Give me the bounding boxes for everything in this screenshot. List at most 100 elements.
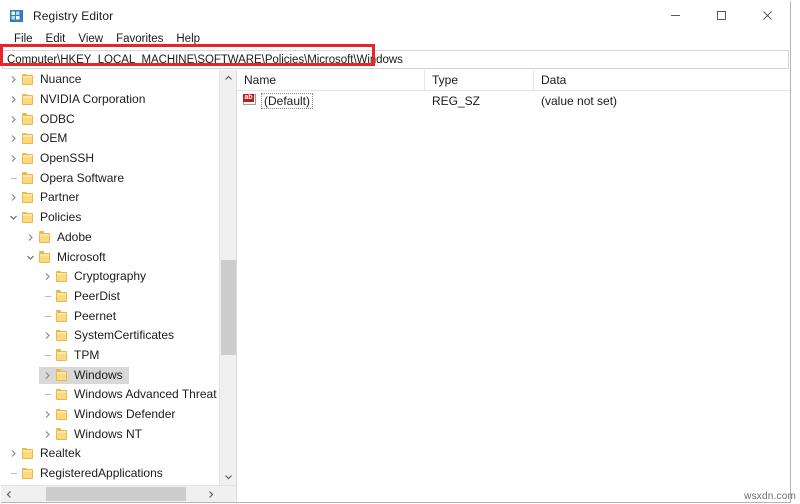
tree-node-odbc[interactable]: ODBC [1, 109, 236, 129]
chevron-right-icon[interactable] [5, 150, 22, 167]
maximize-button[interactable] [698, 1, 744, 30]
window-controls [652, 1, 790, 30]
close-button[interactable] [744, 1, 790, 30]
tree-node-peerdist[interactable]: PeerDist [1, 287, 236, 307]
string-value-icon: ab [243, 94, 257, 107]
folder-icon [56, 428, 69, 440]
values-list-row[interactable]: ab (Default) REG_SZ (value not set) [237, 91, 790, 110]
folder-icon [22, 467, 35, 480]
values-list-pane: Name Type Data ab (Default) REG_SZ (value n… [237, 70, 790, 502]
menu-item-edit[interactable]: Edit [40, 30, 73, 49]
tree-node-nvidia-corporation[interactable]: NVIDIA Corporation [1, 90, 236, 110]
tree-leaf-tick [39, 386, 56, 403]
chevron-right-icon[interactable] [5, 189, 22, 206]
tree-node-systemcertificates[interactable]: SystemCertificates [1, 326, 236, 346]
menu-item-file[interactable]: File [8, 30, 40, 49]
tree-node-tpm[interactable]: TPM [1, 346, 236, 366]
tree-node-windows-advanced-threat-protection[interactable]: Windows Advanced Threat Protection [1, 385, 236, 405]
column-header-name[interactable]: Name [237, 70, 425, 90]
folder-icon [39, 251, 52, 263]
tree-node-label: Peernet [74, 308, 117, 323]
tree-node-registeredapplications[interactable]: RegisteredApplications [1, 464, 236, 484]
tree-leaf-tick [5, 465, 22, 482]
folder-icon [22, 73, 35, 86]
title-bar-left: Registry Editor [1, 8, 113, 24]
tree-node-label: Windows [74, 367, 123, 382]
folder-icon [22, 211, 35, 224]
menu-item-help[interactable]: Help [170, 30, 207, 49]
address-bar[interactable]: Computer\HKEY_LOCAL_MACHINE\SOFTWARE\Pol… [2, 50, 789, 69]
menu-bar: File Edit View Favorites Help [1, 30, 790, 49]
folder-icon [22, 113, 35, 125]
scroll-left-icon[interactable] [1, 486, 18, 502]
main-split-pane: Nuance NVIDIA Corporation ODBC OEM OpenSSH Op… [1, 70, 790, 502]
tree-scroll-thumb[interactable] [221, 260, 236, 355]
folder-icon [56, 310, 69, 322]
tree-node-microsoft[interactable]: Microsoft [1, 247, 236, 267]
folder-icon [22, 93, 35, 106]
chevron-right-icon[interactable] [5, 71, 22, 88]
scroll-up-icon[interactable] [220, 70, 236, 87]
scroll-down-icon[interactable] [220, 468, 236, 485]
chevron-right-icon[interactable] [39, 327, 56, 344]
folder-icon [56, 270, 69, 283]
chevron-right-icon[interactable] [39, 426, 56, 443]
tree-node-label: Nuance [40, 72, 82, 87]
column-header-data[interactable]: Data [534, 70, 790, 90]
folder-icon [56, 388, 69, 401]
chevron-right-icon[interactable] [5, 130, 22, 147]
menu-item-view[interactable]: View [72, 30, 110, 49]
tree-node-oem[interactable]: OEM [1, 129, 236, 149]
tree-horizontal-scrollbar[interactable] [1, 485, 236, 502]
chevron-right-icon[interactable] [39, 268, 56, 285]
tree-node-label: ODBC [40, 111, 75, 126]
tree-node-adobe[interactable]: Adobe [1, 228, 236, 248]
chevron-right-icon[interactable] [39, 367, 56, 384]
minimize-button[interactable] [652, 1, 698, 30]
address-bar-container: Computer\HKEY_LOCAL_MACHINE\SOFTWARE\Pol… [1, 49, 790, 70]
value-type-cell: REG_SZ [432, 93, 481, 108]
value-name-text: (Default) [261, 92, 314, 109]
tree-leaf-tick [39, 288, 56, 305]
folder-icon [22, 132, 35, 145]
chevron-right-icon[interactable] [5, 111, 22, 128]
title-bar: Registry Editor [1, 1, 790, 30]
chevron-down-icon[interactable] [5, 209, 22, 226]
tree-node-nuance[interactable]: Nuance [1, 70, 236, 90]
tree-node-realtek[interactable]: Realtek [1, 444, 236, 464]
tree-node-policies[interactable]: Policies [1, 208, 236, 228]
value-name-cell[interactable]: ab (Default) [237, 92, 425, 109]
chevron-right-icon[interactable] [5, 445, 22, 462]
tree-node-label: Partner [40, 190, 80, 205]
tree-node-openssh[interactable]: OpenSSH [1, 149, 236, 169]
tree-node-windows-defender[interactable]: Windows Defender [1, 405, 236, 425]
chevron-right-icon[interactable] [22, 229, 39, 246]
tree-node-label: Realtek [40, 446, 81, 461]
tree-vertical-scrollbar[interactable] [219, 70, 236, 485]
tree-leaf-tick [39, 308, 56, 325]
chevron-right-icon[interactable] [39, 406, 56, 423]
chevron-right-icon[interactable] [5, 91, 22, 108]
folder-icon [39, 231, 52, 243]
menu-item-favorites[interactable]: Favorites [110, 30, 170, 49]
registry-tree[interactable]: Nuance NVIDIA Corporation ODBC OEM OpenSSH Op… [1, 70, 236, 485]
scroll-right-icon[interactable] [202, 486, 219, 502]
tree-node-windows-nt[interactable]: Windows NT [1, 424, 236, 444]
tree-node-opera-software[interactable]: Opera Software [1, 168, 236, 188]
column-header-type[interactable]: Type [425, 70, 534, 90]
tree-node-windows[interactable]: Windows [1, 365, 236, 385]
tree-node-label: Cryptography [74, 269, 147, 284]
folder-icon [56, 290, 69, 302]
tree-node-partner[interactable]: Partner [1, 188, 236, 208]
tree-hscroll-thumb[interactable] [46, 487, 186, 501]
address-path-text: Computer\HKEY_LOCAL_MACHINE\SOFTWARE\Pol… [7, 53, 403, 66]
tree-node-label: PeerDist [74, 288, 121, 303]
tree-node-label: Adobe [57, 229, 92, 244]
tree-node-cryptography[interactable]: Cryptography [1, 267, 236, 287]
folder-icon [22, 447, 35, 460]
tree-scroll-area: Nuance NVIDIA Corporation ODBC OEM OpenSSH Op… [1, 70, 236, 485]
tree-leaf-tick [39, 347, 56, 364]
tree-node-peernet[interactable]: Peernet [1, 306, 236, 326]
chevron-down-icon[interactable] [22, 249, 39, 266]
folder-icon [22, 191, 35, 204]
